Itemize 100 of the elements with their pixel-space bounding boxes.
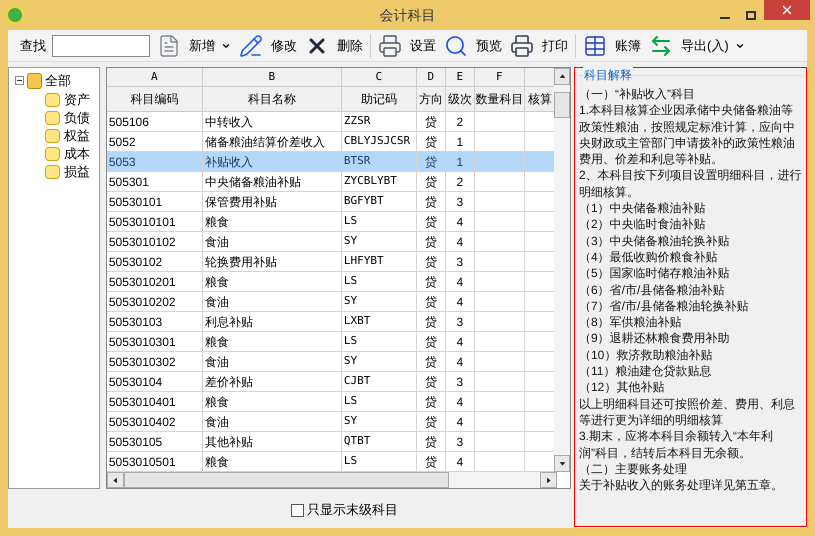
table-cell-text: 5053010102 [108,234,176,250]
table-cell-text: LXBT [344,313,370,330]
horizontal-scrollbar[interactable] [106,472,557,488]
explanation-text: （7）省/市/县储备粮油轮换补贴 [579,298,748,314]
arrow-icon [558,460,566,467]
table-cell-text: 贷 [424,234,437,250]
toolbar-button[interactable]: 账簿 [582,32,642,60]
table-cell-text: LS [344,273,358,290]
arrow-icon [558,73,566,80]
explanation-text: （10）救济救助粮油补贴 [579,346,712,364]
scroll-right-button[interactable] [540,472,557,488]
table-cell-text: 5052 [108,134,136,150]
table-cell-text: BGFYBT [344,193,384,210]
table-cell-text: ZZSR [344,113,370,130]
table-cell-text: 粮食 [204,214,229,230]
column-header[interactable]: 助记码 [360,90,397,108]
column-header[interactable]: 方向 [418,90,443,108]
explanation-text: （5）国家临时储存粮油补贴 [579,265,730,282]
table-cell-text: 5053010401 [108,394,176,410]
toolbar-button[interactable]: 设置 [377,32,437,60]
table-cell-text: 食油 [204,414,229,430]
explanation-text: 1.本科目核算企业因承储中央储备粮油等 [579,102,794,119]
explanation-title: 科目解释 [583,66,633,84]
table-cell-text: 补贴收入 [204,154,253,170]
vertical-scrollbar[interactable] [554,68,570,472]
table-cell-text: 3 [456,194,464,210]
export-icon [649,34,673,58]
collapse-toggle-icon[interactable] [15,76,24,86]
table-cell-text: 粮食 [204,394,229,410]
app-logo-icon [6,6,24,24]
toolbar-button[interactable]: 预览 [443,32,503,60]
magnifier-icon [444,34,468,58]
table-cell-text: 差价补贴 [204,374,253,390]
table-cell-text: 轮换费用补贴 [204,254,277,270]
explanation-text: 润”科目，结转后本科目无余额。 [579,444,751,461]
tree-item[interactable]: 负债 [64,108,90,128]
tree-item[interactable]: 权益 [64,126,90,146]
table-cell-text: 粮食 [204,334,229,350]
table-cell-text: 5053010302 [108,354,176,370]
explanation-text: 2、本科目按下列项目设置明细科目，进行 [579,167,802,184]
printer-icon [378,34,402,58]
toolbar-button[interactable]: 新增 [156,32,232,60]
column-letter: F [496,68,503,85]
column-header[interactable]: 科目名称 [248,90,296,108]
tree-item[interactable]: 全部 [45,71,71,90]
scroll-thumb[interactable] [124,472,449,488]
tree-item[interactable]: 损益 [64,162,90,182]
table-cell-text: 中央储备粮油补贴 [204,174,301,190]
column-header[interactable]: 数量科目 [475,90,524,108]
table-cell-text: 食油 [204,354,229,370]
table-cell-text: 保管费用补贴 [204,194,277,210]
table-cell-text: 4 [456,214,464,230]
table-cell-text: 中转收入 [204,114,253,130]
table-cell-text: BTSR [344,153,370,170]
table-cell-text: 食油 [204,234,229,250]
toolbar-button[interactable]: 打印 [509,32,569,60]
table-cell-text: SY [344,293,358,310]
table-cell-text: 50530103 [108,314,162,330]
column-header[interactable]: 核算 [528,90,552,108]
column-header[interactable]: 科目编码 [130,90,178,108]
table-cell-text: CBLYJSJCSR [344,133,410,150]
scroll-down-button[interactable] [554,455,570,472]
table-cell-text: 4 [456,454,464,470]
table-cell-text: LS [344,393,358,410]
table-cell-text: 贷 [424,254,437,270]
table-cell-text: 2 [456,114,464,130]
search-label: 查找 [20,36,46,55]
column-letter: D [428,68,434,85]
table-cell-text: 50530102 [108,254,162,270]
tree-item[interactable]: 资产 [64,90,90,110]
explanation-text: （二）主要账务处理 [579,460,687,478]
explanation-text: 关于补贴收入的账务处理详见第五章。 [579,477,783,494]
table-cell-text: LS [344,213,358,230]
table-cell-text: 贷 [424,274,437,290]
toolbar-button[interactable]: 导出(入) [648,32,746,60]
table-cell-text: 其他补贴 [204,434,253,450]
toolbar-button[interactable]: 删除 [304,32,364,60]
table-cell-text: 5053010201 [108,274,176,290]
search-field[interactable] [52,34,150,56]
table-cell-text: 4 [456,414,464,430]
toolbar-button[interactable]: 修改 [238,32,298,60]
table-cell-text: 5053010402 [108,414,176,430]
explanation-text: 政策性粮油，按照规定标准计算，应向中 [579,118,795,135]
table-cell-text: 粮食 [204,454,229,470]
scroll-up-button[interactable] [554,68,570,85]
scroll-left-button[interactable] [106,472,124,488]
explanation-text: （8）军供粮油补贴 [579,314,682,330]
table-cell-text: 4 [456,394,464,410]
table-cell-text: 4 [456,354,464,370]
explanation-text: （12）其他补贴 [579,379,664,396]
close-button[interactable] [764,0,810,20]
table-cell-text: LS [344,453,358,470]
leaf-only-checkbox[interactable]: 只显示末级科目 [291,500,398,520]
scroll-thumb[interactable] [554,92,570,118]
column-header[interactable]: 级次 [448,90,472,108]
explanation-text: （6）省/市/县储备粮油补贴 [579,282,724,298]
tree-item[interactable]: 成本 [64,144,90,164]
arrow-icon [544,476,552,484]
table-row[interactable]: 5053 补贴收入 BTSR 贷 1 [106,152,554,172]
table-cell-text: 5053 [108,154,136,170]
